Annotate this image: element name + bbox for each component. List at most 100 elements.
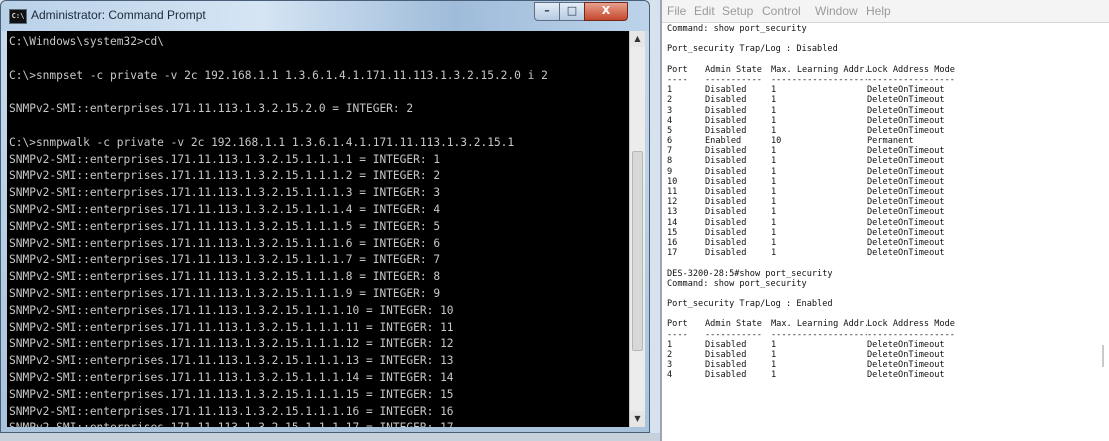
table-cell: ---- xyxy=(667,329,688,340)
table-cell: DeleteOnTimeout xyxy=(867,95,945,106)
table-cell: DeleteOnTimeout xyxy=(867,207,945,218)
console-line: C:\>snmpset -c private -v 2c 192.168.1.1… xyxy=(9,68,548,82)
table-row: 9 Disabled 1 DeleteOnTimeout xyxy=(667,167,1097,177)
scrollbar-edge[interactable] xyxy=(1102,345,1104,367)
table-cell: DeleteOnTimeout xyxy=(867,156,945,167)
cli-prompt: DES-3200-28:5#show port_security xyxy=(667,268,833,279)
table-cell: 3 xyxy=(667,105,673,116)
table-cell: Disabled xyxy=(705,85,747,96)
table-row: 2 Disabled 1 DeleteOnTimeout xyxy=(667,350,1097,360)
close-button[interactable]: X xyxy=(584,2,628,21)
table-cell: DeleteOnTimeout xyxy=(867,370,945,381)
table-cell: DeleteOnTimeout xyxy=(867,360,945,371)
table-cell: DeleteOnTimeout xyxy=(867,176,945,187)
table-cell: 5 xyxy=(667,125,673,136)
table-cell: Port xyxy=(667,64,688,75)
table-cell: ------------------- xyxy=(771,74,867,85)
maximize-button[interactable]: □ xyxy=(559,2,585,21)
table-separator: ---- ----------- -------------------------… xyxy=(667,330,1097,340)
table-row: 3 Disabled 1 DeleteOnTimeout xyxy=(667,106,1097,116)
table-cell: Lock Address Mode xyxy=(867,64,955,75)
table-cell: 1 xyxy=(771,350,777,360)
console-line: SNMPv2-SMI::enterprises.171.11.113.1.3.2… xyxy=(9,202,441,216)
scroll-down-arrow-icon[interactable]: ▼ xyxy=(630,411,645,427)
trap-log-status: Port_security Trap/Log : Disabled xyxy=(667,44,838,55)
terminal-window[interactable]: File Edit Setup Control Window Help Command: … xyxy=(660,0,1109,441)
console-line: SNMPv2-SMI::enterprises.171.11.113.1.3.2… xyxy=(9,354,454,368)
menu-control[interactable]: Control xyxy=(762,4,801,18)
table-cell: 6 xyxy=(667,136,673,147)
menu-file[interactable]: File xyxy=(667,4,686,18)
vertical-scrollbar[interactable]: ▲ ▼ xyxy=(629,31,645,427)
table-cell: 4 xyxy=(667,115,673,126)
table-cell: DeleteOnTimeout xyxy=(867,85,945,96)
table-cell: Disabled xyxy=(705,350,747,360)
table-cell: Disabled xyxy=(705,248,747,259)
table-cell: 2 xyxy=(667,350,673,360)
minimize-button[interactable]: – xyxy=(534,2,560,21)
table-cell: 2 xyxy=(667,95,673,106)
table-cell: DeleteOnTimeout xyxy=(867,146,945,157)
menu-window[interactable]: Window xyxy=(815,4,858,18)
table-cell: Disabled xyxy=(705,156,747,167)
table-row: 1 Disabled 1 DeleteOnTimeout xyxy=(667,85,1097,95)
table-row: 8 Disabled 1 DeleteOnTimeout xyxy=(667,156,1097,166)
console-line: SNMPv2-SMI::enterprises.171.11.113.1.3.2… xyxy=(9,236,441,250)
table-cell: 7 xyxy=(667,146,673,157)
console-line: C:\Windows\system32>cd\ xyxy=(9,35,164,48)
port-security-table: Port Admin State Max. Learning Addr.Lock A… xyxy=(667,319,1097,380)
table-row: 6 Enabled 10 Permanent xyxy=(667,136,1097,146)
table-cell: 1 xyxy=(771,146,777,157)
table-cell: DeleteOnTimeout xyxy=(867,115,945,126)
table-cell: Disabled xyxy=(705,105,747,116)
console-line: SNMPv2-SMI::enterprises.171.11.113.1.3.2… xyxy=(9,186,441,200)
table-row: 17 Disabled 1 DeleteOnTimeout xyxy=(667,248,1097,258)
table-row: 16 Disabled 1 DeleteOnTimeout xyxy=(667,238,1097,248)
command-prompt-window[interactable]: C:\ Administrator: Command Prompt – □ X … xyxy=(0,0,650,433)
table-cell: 1 xyxy=(771,227,777,238)
scroll-up-arrow-icon[interactable]: ▲ xyxy=(630,31,645,47)
table-row: 12 Disabled 1 DeleteOnTimeout xyxy=(667,197,1097,207)
table-cell: 1 xyxy=(771,370,777,381)
table-row: 7 Disabled 1 DeleteOnTimeout xyxy=(667,146,1097,156)
table-cell: 1 xyxy=(771,217,777,228)
table-cell: Disabled xyxy=(705,146,747,157)
table-cell: DeleteOnTimeout xyxy=(867,339,945,350)
menu-setup[interactable]: Setup xyxy=(722,4,753,18)
title-bar[interactable]: C:\ Administrator: Command Prompt – □ X xyxy=(1,1,649,31)
table-cell: 1 xyxy=(771,237,777,248)
console-line: SNMPv2-SMI::enterprises.171.11.113.1.3.2… xyxy=(9,152,441,166)
table-row: 13 Disabled 1 DeleteOnTimeout xyxy=(667,207,1097,217)
scrollbar-thumb[interactable] xyxy=(632,151,643,351)
table-cell: 14 xyxy=(667,217,678,228)
console-line: C:\>snmpwalk -c private -v 2c 192.168.1.… xyxy=(9,135,515,149)
table-cell: 1 xyxy=(771,95,777,106)
console-line: SNMPv2-SMI::enterprises.171.11.113.1.3.2… xyxy=(9,320,454,334)
table-cell: 9 xyxy=(667,166,673,177)
table-cell: Permanent xyxy=(867,136,914,147)
table-cell: 10 xyxy=(771,136,782,147)
port-security-table: Port Admin State Max. Learning Addr.Lock A… xyxy=(667,65,1097,259)
menu-help[interactable]: Help xyxy=(866,4,891,18)
table-cell: DeleteOnTimeout xyxy=(867,166,945,177)
command-prompt-icon: C:\ xyxy=(9,9,27,24)
table-cell: 4 xyxy=(667,370,673,381)
console-line: SNMPv2-SMI::enterprises.171.11.113.1.3.2… xyxy=(9,270,441,284)
table-cell: 1 xyxy=(771,197,777,208)
table-cell: ---- xyxy=(667,74,688,85)
menu-edit[interactable]: Edit xyxy=(694,4,715,18)
table-cell: 10 xyxy=(667,176,678,187)
table-cell: 1 xyxy=(771,85,777,96)
console-line: SNMPv2-SMI::enterprises.171.11.113.1.3.2… xyxy=(9,370,454,384)
table-cell: 1 xyxy=(771,156,777,167)
terminal-output[interactable]: Command: show port_security Port_securit… xyxy=(667,24,1097,439)
table-cell: 1 xyxy=(771,207,777,218)
table-cell: 16 xyxy=(667,237,678,248)
console-line: SNMPv2-SMI::enterprises.171.11.113.1.3.2… xyxy=(9,169,441,183)
console-output[interactable]: C:\Windows\system32>cd\ C:\>snmpset -c pr… xyxy=(7,31,629,427)
console-line: SNMPv2-SMI::enterprises.171.11.113.1.3.2… xyxy=(9,337,454,351)
